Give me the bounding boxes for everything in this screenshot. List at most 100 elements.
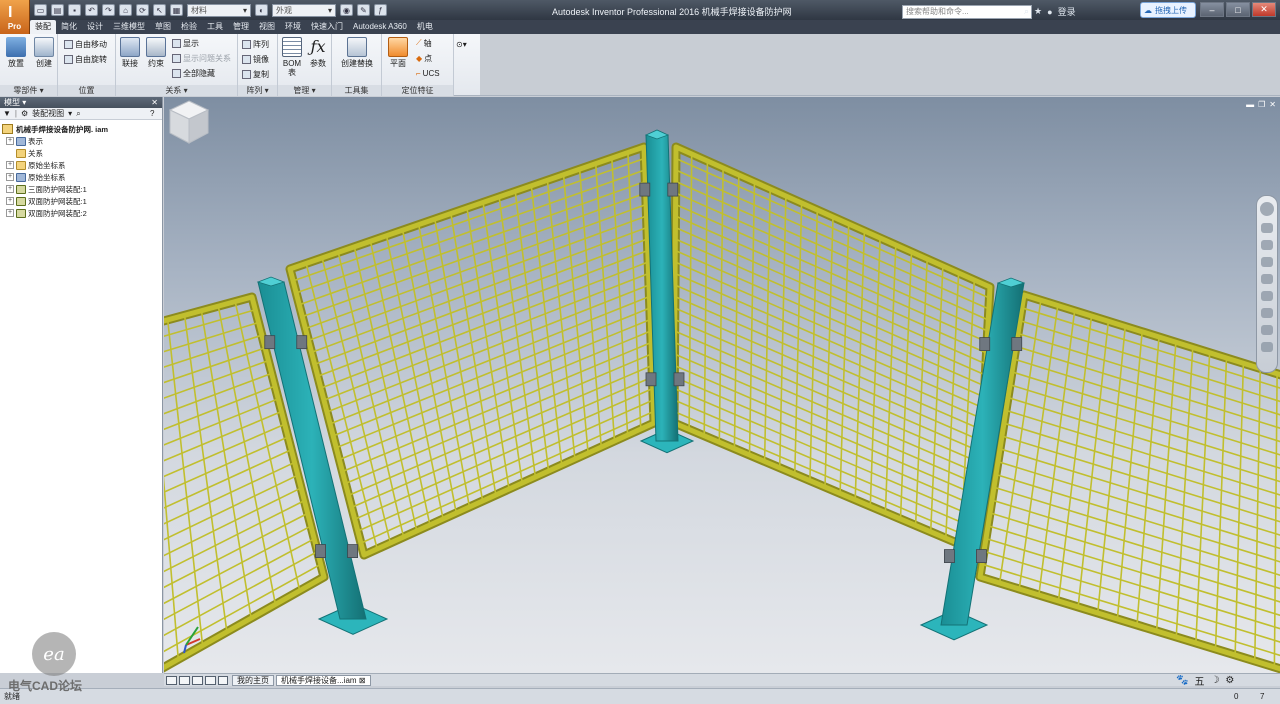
chevron-down-icon[interactable]: ▾ xyxy=(68,109,72,118)
expand-icon[interactable]: + xyxy=(6,137,14,145)
minimize-button[interactable]: – xyxy=(1200,2,1224,17)
joint-button[interactable]: 联接 xyxy=(116,37,144,68)
mirror-button[interactable]: 镜像 xyxy=(242,53,269,65)
create-button[interactable]: 创建 xyxy=(30,37,58,68)
measure-icon[interactable]: ▦ xyxy=(170,4,183,16)
tab-6[interactable]: 工具 xyxy=(202,20,228,34)
restore-icon[interactable]: ❐ xyxy=(1258,100,1265,109)
expand-icon[interactable]: + xyxy=(6,161,14,169)
tree-item[interactable]: + 原始坐标系 xyxy=(2,159,160,171)
tray-item-1[interactable]: 五 xyxy=(1194,673,1204,688)
cascade-icon[interactable] xyxy=(192,676,203,685)
browser-title[interactable]: 模型 ▾ xyxy=(4,98,26,107)
tab-2[interactable]: 设计 xyxy=(82,20,108,34)
close-tab-icon[interactable]: ⊠ xyxy=(359,676,366,685)
walk-icon[interactable] xyxy=(1261,325,1273,335)
tab-8[interactable]: 视图 xyxy=(254,20,280,34)
point-button[interactable]: ◆ 点 xyxy=(416,52,432,64)
tab-home[interactable]: 我的主页 xyxy=(232,675,274,686)
plane-button[interactable]: 平面 xyxy=(384,37,412,68)
find-icon[interactable]: ⌕ xyxy=(76,109,80,119)
help-search-input[interactable]: 搜索帮助和命令... xyxy=(902,5,1032,19)
tile-vertical-icon[interactable] xyxy=(179,676,190,685)
zoom-all-icon[interactable] xyxy=(1261,308,1273,318)
tab-0[interactable]: 装配 xyxy=(30,20,56,34)
hide-all-button[interactable]: 全部隐藏 xyxy=(172,67,215,79)
tree-root[interactable]: 机械手焊接设备防护网. iam xyxy=(2,123,160,135)
viewcube-icon[interactable] xyxy=(164,97,214,147)
help-icon[interactable]: ? xyxy=(150,109,154,118)
clear-appearance-icon[interactable]: ◉ xyxy=(340,4,353,16)
look-at-icon[interactable] xyxy=(1261,291,1273,301)
tab-3[interactable]: 三维模型 xyxy=(108,20,150,34)
tab-5[interactable]: 检验 xyxy=(176,20,202,34)
close-icon[interactable]: ✕ xyxy=(1269,100,1276,109)
pencil-icon[interactable]: ✎ xyxy=(357,4,370,16)
show-button[interactable]: 显示 xyxy=(172,37,199,49)
tree-item[interactable]: + 双面防护网装配:1 xyxy=(2,195,160,207)
appearance-icon[interactable]: ◐ xyxy=(255,4,268,16)
full-nav-icon[interactable] xyxy=(1261,223,1273,233)
tab-11[interactable]: Autodesk A360 xyxy=(348,20,412,34)
expand-icon[interactable]: + xyxy=(6,209,14,217)
ribbon-display-toggle[interactable]: ⊙▾ xyxy=(456,38,467,50)
material-select[interactable]: 材料 ▾ xyxy=(187,3,251,17)
panel-manage-label[interactable]: 管理 ▾ xyxy=(278,85,331,96)
tray-item-2[interactable]: ☽ xyxy=(1210,675,1219,686)
filter-icon[interactable]: ▼ xyxy=(3,109,11,118)
open-icon[interactable]: ▤ xyxy=(51,4,64,16)
appearance-select[interactable]: 外观 ▾ xyxy=(272,3,336,17)
tray-item-3[interactable]: ⚙ xyxy=(1225,675,1234,686)
pan-icon[interactable] xyxy=(1261,240,1273,250)
tab-12[interactable]: 机电 xyxy=(412,20,438,34)
maximize-button[interactable]: □ xyxy=(1226,2,1250,17)
minimize-icon[interactable]: ▬ xyxy=(1246,100,1254,109)
tab-4[interactable]: 草图 xyxy=(150,20,176,34)
tab-1[interactable]: 简化 xyxy=(56,20,82,34)
steering-wheel-icon[interactable] xyxy=(1260,202,1274,216)
tree-item[interactable]: + 三面防护网装配:1 xyxy=(2,183,160,195)
application-menu-button[interactable]: I Pro xyxy=(0,0,30,34)
select-icon[interactable]: ↖ xyxy=(153,4,166,16)
expand-icon[interactable]: + xyxy=(6,173,14,181)
upload-button[interactable]: ☁ 拖拽上传 xyxy=(1140,2,1196,18)
tab-document[interactable]: 机械手焊接设备...iam ⊠ xyxy=(276,675,371,686)
user-icon[interactable]: ● xyxy=(1047,7,1052,17)
tab-7[interactable]: 管理 xyxy=(228,20,254,34)
panel-pattern-label[interactable]: 阵列 ▾ xyxy=(238,85,277,96)
panel-component-label[interactable]: 零部件 ▾ xyxy=(0,85,57,96)
save-icon[interactable]: ▪ xyxy=(68,4,81,16)
signin-link[interactable]: 登录 xyxy=(1058,5,1076,18)
star-icon[interactable]: ★ xyxy=(1034,6,1042,17)
constrain-button[interactable]: 约束 xyxy=(142,37,170,68)
axis-button[interactable]: ⟋ 轴 xyxy=(416,37,432,49)
zoom-icon[interactable] xyxy=(1261,257,1273,267)
tile-horizontal-icon[interactable] xyxy=(166,676,177,685)
tree-item[interactable]: + 双面防护网装配:2 xyxy=(2,207,160,219)
orbit-icon[interactable] xyxy=(1261,274,1273,284)
place-button[interactable]: 放置 xyxy=(2,37,30,68)
free-move-button[interactable]: 自由移动 xyxy=(64,38,107,50)
tree-item[interactable]: + 原始坐标系 xyxy=(2,171,160,183)
view-mode-select[interactable]: 装配视图 xyxy=(32,108,64,119)
expand-icon[interactable]: + xyxy=(6,197,14,205)
params-button[interactable]: ƒx 参数 xyxy=(304,37,332,68)
panel-relationships-label[interactable]: 关系 ▾ xyxy=(116,85,237,96)
tree-item[interactable]: + 表示 xyxy=(2,135,160,147)
close-button[interactable]: ✕ xyxy=(1252,2,1276,17)
undo-icon[interactable]: ↶ xyxy=(85,4,98,16)
free-rotate-button[interactable]: 自由旋转 xyxy=(64,53,107,65)
pattern-button[interactable]: 阵列 xyxy=(242,38,269,50)
expand-icon[interactable]: + xyxy=(6,185,14,193)
tree-item[interactable]: 关系 xyxy=(2,147,160,159)
graphics-window[interactable]: ▬ ❐ ✕ xyxy=(164,97,1280,673)
update-icon[interactable]: ⟳ xyxy=(136,4,149,16)
copy-button[interactable]: 复制 xyxy=(242,68,269,80)
new-icon[interactable]: ▭ xyxy=(34,4,47,16)
arrange-icon[interactable] xyxy=(205,676,216,685)
ucs-button[interactable]: ⌐ UCS xyxy=(416,67,440,79)
home-icon[interactable]: ⌂ xyxy=(119,4,132,16)
browser-close-icon[interactable]: ✕ xyxy=(151,97,158,108)
search-icon[interactable]: ⌕ xyxy=(1024,6,1029,17)
create-substitute-button[interactable]: 创建替换 xyxy=(336,37,378,68)
